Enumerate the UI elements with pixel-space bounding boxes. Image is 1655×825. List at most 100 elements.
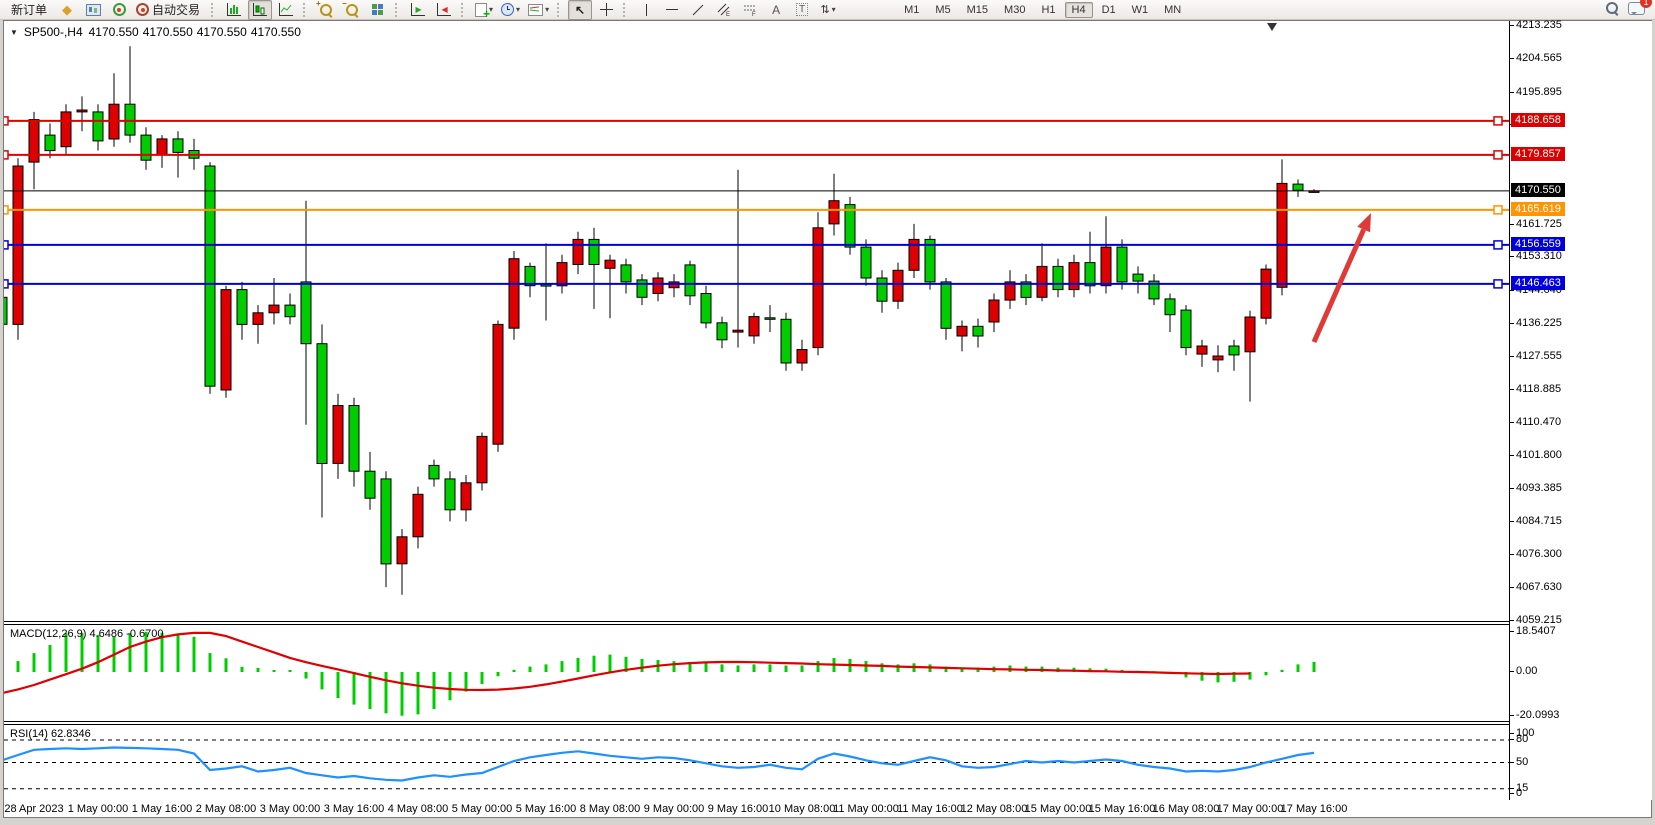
price-axis[interactable]: 4213.2354204.5654195.8954187.4804161.725… (1509, 21, 1652, 800)
trendline-icon (692, 4, 704, 16)
text-icon: A (772, 3, 780, 17)
price-axis-label: 4093.385 (1516, 482, 1562, 494)
fibonacci-icon: F (743, 3, 757, 16)
price-axis-label: 4161.725 (1516, 218, 1562, 230)
text-label-icon: T (796, 3, 808, 16)
macd-panel[interactable] (4, 625, 1509, 721)
bar-close: 4170.550 (251, 25, 301, 39)
plus-glyph: + (316, 0, 321, 8)
main-toolbar: 新订单 ◆ 自动交易 + − ▶ ◀ ▾ ▾ ▾ ↖ E F A T ⇅▾ M1… (0, 0, 1655, 20)
vertical-line-icon (646, 4, 647, 16)
plot-column (4, 21, 1509, 817)
chevron-down-icon: ▾ (832, 5, 836, 14)
fibonacci-tool[interactable]: F (738, 0, 762, 20)
timeframe-m1[interactable]: M1 (897, 2, 926, 18)
horizontal-line-tool[interactable] (660, 0, 684, 20)
arrows-tool[interactable]: ⇅▾ (816, 0, 840, 20)
macd-values: 4.6486 -0.6700 (89, 628, 163, 640)
price-chart[interactable] (4, 21, 1509, 621)
price-badge: 4170.550 (1511, 183, 1565, 197)
macd-axis-label: 0.00 (1516, 665, 1537, 677)
indicators-button[interactable]: ▾ (472, 0, 496, 20)
toolbar-grip (623, 3, 629, 17)
vertical-line-tool[interactable] (634, 0, 658, 20)
price-axis-label: 4067.630 (1516, 581, 1562, 593)
equidistant-channel-tool[interactable]: E (712, 0, 736, 20)
rsi-axis-label: 0 (1516, 787, 1522, 799)
trendline-tool[interactable] (686, 0, 710, 20)
timeframe-m5[interactable]: M5 (928, 2, 957, 18)
time-axis-label: 1 May 00:00 (68, 803, 129, 815)
signal-icon (113, 3, 126, 16)
timeframe-h4[interactable]: H4 (1065, 2, 1093, 18)
price-axis-label: 4101.800 (1516, 449, 1562, 461)
price-axis-label: 4195.895 (1516, 86, 1562, 98)
search-button[interactable] (1606, 2, 1618, 17)
crosshair-tool-button[interactable] (594, 0, 618, 20)
auto-trading-button[interactable]: 自动交易 (133, 0, 206, 20)
cursor-tool-button[interactable]: ↖ (568, 0, 592, 20)
price-axis-label: 4136.225 (1516, 317, 1562, 329)
tile-windows-button[interactable] (366, 0, 390, 20)
time-axis-label: 12 May 08:00 (961, 803, 1028, 815)
price-axis-label: 4153.310 (1516, 250, 1562, 262)
time-axis-label: 11 May 00:00 (833, 803, 899, 815)
bar-chart-mode-button[interactable] (222, 0, 246, 20)
crosshair-icon (600, 3, 613, 16)
text-tool[interactable]: A (764, 0, 788, 20)
cursor-icon: ↖ (575, 3, 585, 17)
charts-window-icon[interactable] (81, 0, 105, 20)
time-axis-label: 15 May 00:00 (1025, 803, 1092, 815)
timeframe-m30[interactable]: M30 (997, 2, 1032, 18)
add-indicator-icon (475, 3, 487, 17)
periods-button[interactable]: ▾ (498, 0, 523, 20)
time-axis-label: 3 May 16:00 (324, 803, 385, 815)
timeframe-mn[interactable]: MN (1157, 2, 1188, 18)
zoom-in-button[interactable]: + (314, 0, 338, 20)
bar-high: 4170.550 (143, 25, 193, 39)
rsi-panel[interactable] (4, 725, 1509, 800)
line-chart-icon (279, 3, 293, 16)
time-axis-label: 15 May 16:00 (1089, 803, 1156, 815)
auto-scroll-button[interactable]: ▶ (406, 0, 430, 20)
price-axis-label: 4118.885 (1516, 383, 1561, 395)
time-axis-label: 17 May 00:00 (1217, 803, 1284, 815)
rsi-axis-label: 80 (1516, 733, 1528, 745)
new-order-button[interactable]: 新订单 (5, 0, 53, 20)
autotrade-icon (136, 3, 149, 16)
search-icon (1606, 2, 1618, 14)
auto-scroll-icon: ▶ (411, 3, 425, 16)
timeframe-m15[interactable]: M15 (960, 2, 995, 18)
signal-icon-button[interactable] (107, 0, 131, 20)
toolbar-grip (395, 3, 401, 17)
line-chart-mode-button[interactable] (274, 0, 298, 20)
template-icon (528, 4, 543, 16)
macd-axis-label: 18.5407 (1516, 625, 1556, 637)
time-axis-label: 8 May 08:00 (580, 803, 641, 815)
rsi-value: 62.8346 (51, 728, 91, 740)
chart-ohlc-header: ▼ SP500-,H4 4170.550 4170.550 4170.550 4… (10, 25, 301, 39)
candlestick-mode-button[interactable] (248, 0, 272, 20)
time-axis-label: 11 May 16:00 (897, 803, 963, 815)
toolbar-grip (303, 3, 309, 17)
timeframe-d1[interactable]: D1 (1095, 2, 1123, 18)
chart-window[interactable]: ▼ SP500-,H4 4170.550 4170.550 4170.550 4… (3, 20, 1652, 818)
templates-button[interactable]: ▾ (525, 0, 552, 20)
timeframe-h1[interactable]: H1 (1034, 2, 1062, 18)
price-axis-label: 4213.235 (1516, 19, 1562, 31)
collapse-triangle-icon[interactable]: ▼ (10, 28, 18, 37)
zoom-out-button[interactable]: − (340, 0, 364, 20)
rsi-label: RSI(14) 62.8346 (10, 728, 91, 740)
time-axis-label: 16 May 08:00 (1153, 803, 1220, 815)
time-axis[interactable]: 28 Apr 20231 May 00:001 May 16:002 May 0… (4, 800, 1651, 817)
chart-shift-button[interactable]: ◀ (432, 0, 456, 20)
minus-glyph: − (342, 0, 347, 8)
time-axis-label: 28 Apr 2023 (4, 803, 63, 815)
gold-symbol-icon[interactable]: ◆ (55, 0, 79, 20)
timeframe-w1[interactable]: W1 (1125, 2, 1156, 18)
toolbar-grip (557, 3, 563, 17)
timeframe-group: M1M5M15M30H1H4D1W1MN (896, 2, 1189, 18)
rsi-axis-label: 50 (1516, 756, 1528, 768)
notifications-button[interactable]: 1 (1628, 2, 1645, 18)
text-label-tool[interactable]: T (790, 0, 814, 20)
